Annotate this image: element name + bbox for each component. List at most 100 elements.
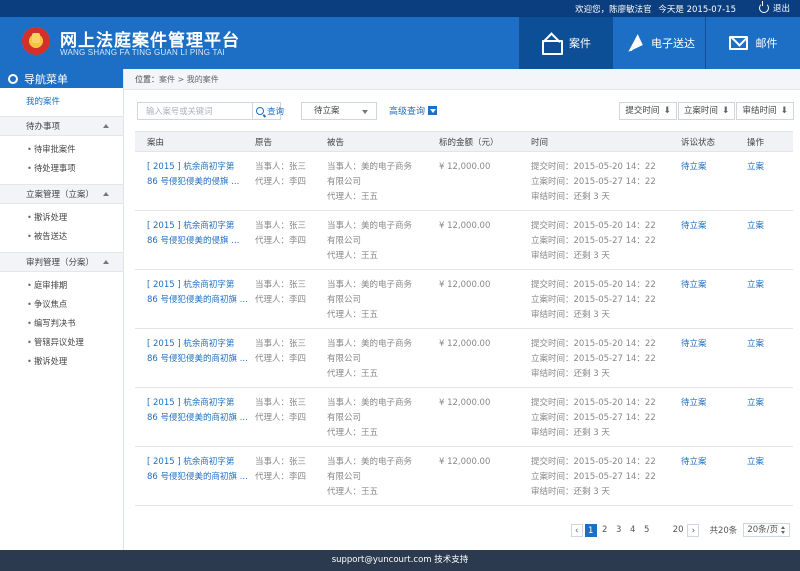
collapse-up-icon xyxy=(103,192,109,196)
close-time: 审结时间：还剩 3 天 xyxy=(531,369,610,379)
defendant-party-cont: 有限公司 xyxy=(327,472,362,482)
welcome-text: 欢迎您，陈廖敏法官 今天是 2015-07-15 xyxy=(571,3,736,15)
sort-filing-time-button[interactable]: 立案时间 ⬇ xyxy=(677,102,736,120)
plaintiff-party: 当事人：张三 xyxy=(255,398,307,408)
logout-label: 退出 xyxy=(772,4,790,14)
per-page-value: 20条/页 xyxy=(747,525,778,535)
defendant-party-cont: 有限公司 xyxy=(327,295,362,305)
column-header-amount: 标的金额（元） xyxy=(439,138,499,148)
pagination-next-button[interactable]: › xyxy=(687,523,700,537)
submit-time: 提交时间：2015-05-20 14：22 xyxy=(531,398,656,408)
column-header-defendant: 被告 xyxy=(327,138,345,148)
power-icon xyxy=(758,1,769,13)
column-header-case: 案由 xyxy=(147,138,165,148)
case-title-line: 86 号侵犯侵美的商初旗 ... xyxy=(147,472,248,482)
filing-time: 立案时间：2015-05-27 14：22 xyxy=(531,413,656,423)
amount-cell: ¥ 12,000.00 xyxy=(439,280,491,290)
case-title-link[interactable]: [ 2015 ] 杭余商初字第 86 号侵犯侵美的侵旗 ... xyxy=(147,219,239,249)
amount-cell: ¥ 12,000.00 xyxy=(439,221,491,231)
case-title-line: [ 2015 ] 杭余商初字第 xyxy=(147,398,235,408)
sidebar-item-write-judgment[interactable]: 编写判决书 xyxy=(0,314,123,333)
case-title-link[interactable]: [ 2015 ] 杭余商初字第 86 号侵犯侵美的商初旗 ... xyxy=(147,278,248,308)
nav-mail[interactable]: 邮件 xyxy=(705,17,800,69)
case-title-link[interactable]: [ 2015 ] 杭余商初字第 86 号侵犯侵美的商初旗 ... xyxy=(147,396,248,426)
sidebar-item-my-cases[interactable]: 我的案件 xyxy=(0,88,123,116)
status-link[interactable]: 待立案 xyxy=(681,455,707,470)
nav-mail-label: 邮件 xyxy=(755,37,778,50)
arrow-down-icon: ⬇ xyxy=(780,106,788,116)
status-link[interactable]: 待立案 xyxy=(681,396,707,411)
logout-button[interactable]: 退出 xyxy=(758,1,790,14)
case-title-link[interactable]: [ 2015 ] 杭余商初字第 86 号侵犯侵美的侵旗 ... xyxy=(147,160,239,190)
amount-cell: ¥ 12,000.00 xyxy=(439,457,491,467)
defendant-agent: 代理人：王五 xyxy=(327,310,379,320)
defendant-cell: 当事人：美的电子商务 有限公司 代理人：王五 xyxy=(327,396,412,441)
search-input[interactable] xyxy=(137,102,253,120)
defendant-party: 当事人：美的电子商务 xyxy=(327,339,413,349)
table-row: [ 2015 ] 杭余商初字第 86 号侵犯侵美的商初旗 ... 当事人：张三 代理人… xyxy=(135,388,793,447)
search-toolbar: 查询 待立案 高级查询 提交时间 ⬇ 立案时间 ⬇ 审结时间 ⬇ xyxy=(134,102,794,120)
sidebar-item-withdrawal-trial[interactable]: 撤诉处理 xyxy=(0,352,123,371)
sidebar-item-label: 待处理事项 xyxy=(34,163,76,173)
pagination-page-5[interactable]: 5 xyxy=(641,524,653,537)
pagination-page-3[interactable]: 3 xyxy=(613,524,625,537)
sidebar-item-pending-approval[interactable]: 待审批案件 xyxy=(0,140,123,159)
sidebar-item-dispute-focus[interactable]: 争议焦点 xyxy=(0,295,123,314)
advanced-search-link[interactable]: 高级查询 xyxy=(389,104,438,117)
case-title-link[interactable]: [ 2015 ] 杭余商初字第 86 号侵犯侵美的商初旗 ... xyxy=(147,337,248,367)
top-bar: 欢迎您，陈廖敏法官 今天是 2015-07-15 退出 xyxy=(0,0,800,17)
case-title-line: [ 2015 ] 杭余商初字第 xyxy=(147,221,235,231)
pagination: ‹ 1 2 3 4 5 20 › 共20条 20条/页 xyxy=(570,523,790,537)
plaintiff-party: 当事人：张三 xyxy=(255,339,307,349)
sidebar-item-withdrawal[interactable]: 撤诉处理 xyxy=(0,208,123,227)
sidebar-item-jurisdiction-objection[interactable]: 管辖异议处理 xyxy=(0,333,123,352)
nav-electronic-delivery[interactable]: 电子送达 xyxy=(612,17,705,69)
pagination-prev-button[interactable]: ‹ xyxy=(570,523,583,537)
file-case-action-link[interactable]: 立案 xyxy=(747,455,764,470)
case-title-line: 86 号侵犯侵美的商初旗 ... xyxy=(147,413,248,423)
mail-open-icon xyxy=(541,34,563,55)
file-case-action-link[interactable]: 立案 xyxy=(747,278,764,293)
pagination-page-4[interactable]: 4 xyxy=(627,524,639,537)
status-select[interactable]: 待立案 xyxy=(301,102,377,120)
pagination-page-1[interactable]: 1 xyxy=(584,523,597,537)
search-button[interactable]: 查询 xyxy=(253,102,284,120)
arrow-down-icon: ⬇ xyxy=(663,106,671,116)
plaintiff-agent: 代理人：李四 xyxy=(255,413,307,423)
per-page-select[interactable]: 20条/页 xyxy=(743,523,790,537)
sort-submit-time-button[interactable]: 提交时间 ⬇ xyxy=(619,102,677,120)
pagination-page-last[interactable]: 20 xyxy=(671,524,686,537)
updown-icon xyxy=(781,526,786,534)
submit-time: 提交时间：2015-05-20 14：22 xyxy=(531,339,656,349)
sidebar-header-label: 导航菜单 xyxy=(24,72,68,86)
status-link[interactable]: 待立案 xyxy=(681,219,707,234)
sidebar-item-defendant-delivery[interactable]: 被告送达 xyxy=(0,227,123,246)
time-cell: 提交时间：2015-05-20 14：22 立案时间：2015-05-27 14：… xyxy=(531,160,656,205)
file-case-action-link[interactable]: 立案 xyxy=(747,396,764,411)
search-icon xyxy=(256,107,264,115)
status-link[interactable]: 待立案 xyxy=(681,337,707,352)
sort-label: 审结时间 xyxy=(742,106,777,116)
pagination-page-2[interactable]: 2 xyxy=(599,524,611,537)
close-time: 审结时间：还剩 3 天 xyxy=(531,251,610,261)
file-case-action-link[interactable]: 立案 xyxy=(747,219,764,234)
status-link[interactable]: 待立案 xyxy=(681,278,707,293)
status-link[interactable]: 待立案 xyxy=(681,160,707,175)
sidebar-item-pending-tasks[interactable]: 待处理事项 xyxy=(0,159,123,178)
today-date: 今天是 2015-07-15 xyxy=(658,5,736,15)
sidebar-group-trial[interactable]: 审判管理（分案） xyxy=(0,252,123,272)
breadcrumb-path[interactable]: 案件 > 我的案件 xyxy=(159,75,219,84)
main-content: 位置：案件 > 我的案件 查询 待立案 高级查询 提交时间 ⬇ 立案时间 ⬇ xyxy=(124,69,800,550)
sidebar-group-filing[interactable]: 立案管理（立案） xyxy=(0,184,123,204)
sidebar-item-hearing-schedule[interactable]: 庭审排期 xyxy=(0,276,123,295)
submit-time: 提交时间：2015-05-20 14：22 xyxy=(531,162,656,172)
defendant-agent: 代理人：王五 xyxy=(327,251,379,261)
defendant-cell: 当事人：美的电子商务 有限公司 代理人：王五 xyxy=(327,455,412,500)
sidebar-group-todo[interactable]: 待办事项 xyxy=(0,116,123,136)
file-case-action-link[interactable]: 立案 xyxy=(747,160,764,175)
plaintiff-party: 当事人：张三 xyxy=(255,221,307,231)
file-case-action-link[interactable]: 立案 xyxy=(747,337,764,352)
sort-close-time-button[interactable]: 审结时间 ⬇ xyxy=(736,102,794,120)
nav-cases[interactable]: 案件 xyxy=(519,17,612,69)
case-title-link[interactable]: [ 2015 ] 杭余商初字第 86 号侵犯侵美的商初旗 ... xyxy=(147,455,248,485)
